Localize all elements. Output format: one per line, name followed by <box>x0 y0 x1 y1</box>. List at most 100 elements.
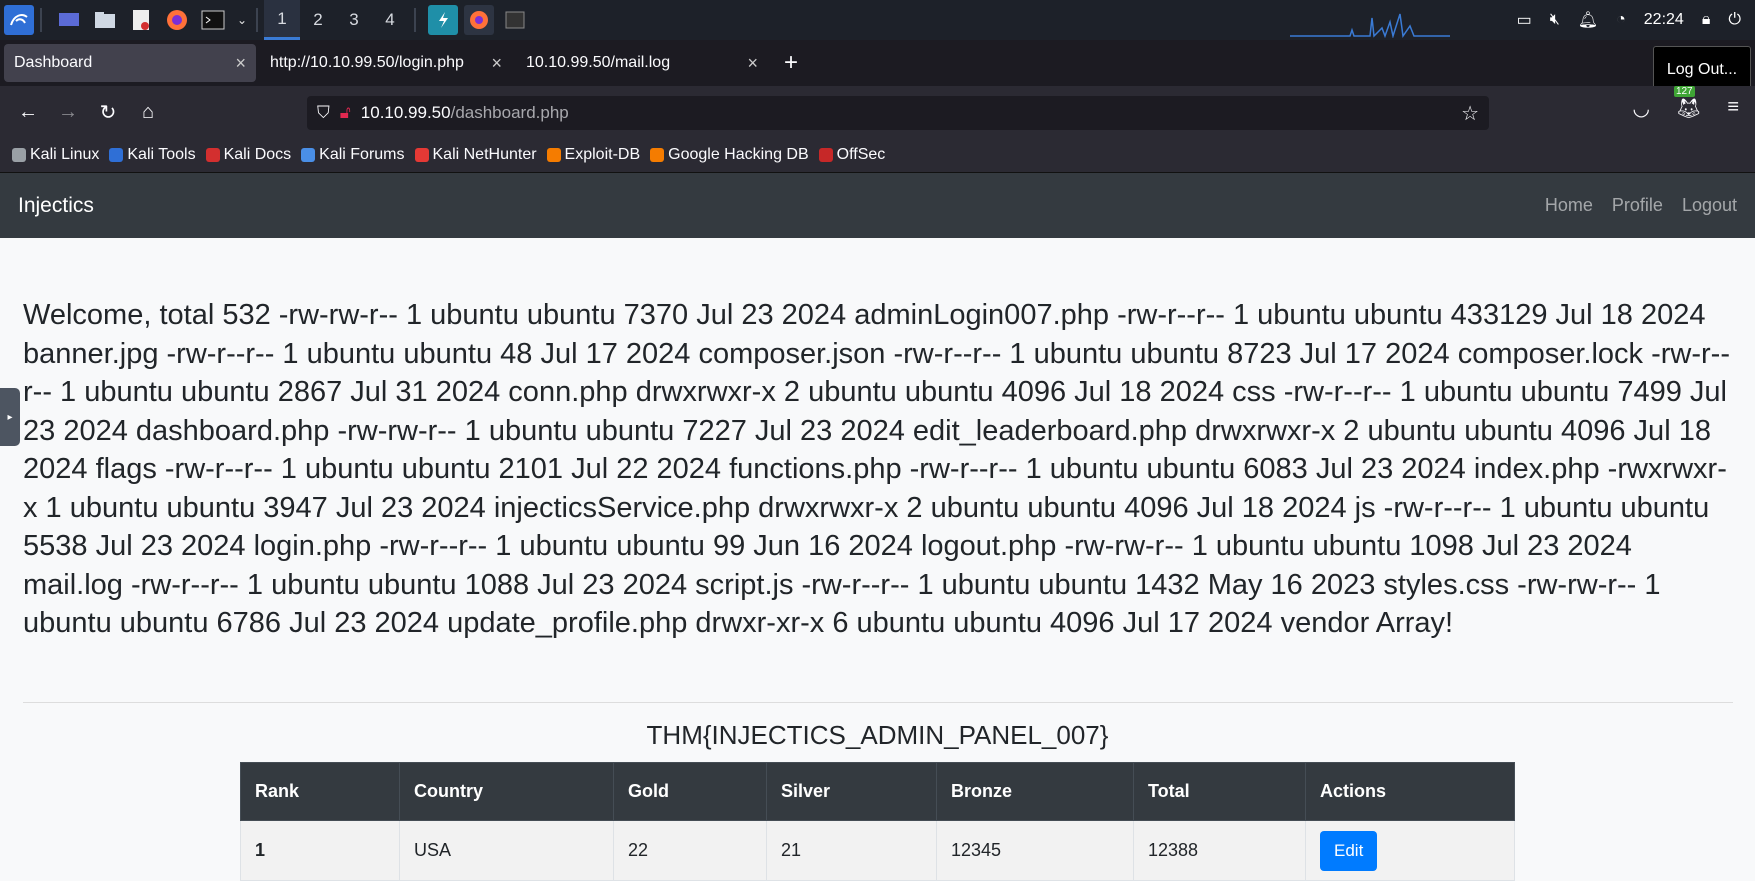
divider <box>23 702 1733 703</box>
url-bar[interactable]: ⛉ 🔓︎ 10.10.99.50/dashboard.php ☆ <box>307 96 1489 130</box>
pocket-icon[interactable]: ◡ <box>1632 96 1649 121</box>
home-button[interactable]: ⌂ <box>130 101 166 124</box>
cell-gold: 22 <box>613 820 767 881</box>
panel-separator <box>414 8 416 32</box>
bookmark-kali-docs[interactable]: Kali Docs <box>205 146 292 164</box>
table-row: 1 USA 22 21 12345 12388 Edit <box>240 820 1515 881</box>
logout-icon[interactable]: ⏻ <box>1728 11 1741 29</box>
insecure-lock-icon[interactable]: 🔓︎ <box>340 103 351 123</box>
reload-button[interactable]: ↻ <box>90 100 126 125</box>
taskbar-firefox-icon[interactable] <box>464 5 494 35</box>
bookmark-label: Google Hacking DB <box>668 146 809 163</box>
clock-icon: ◔ <box>1616 11 1626 28</box>
nav-profile-link[interactable]: Profile <box>1612 195 1663 216</box>
panel-separator <box>256 8 258 32</box>
nav-logout-link[interactable]: Logout <box>1682 195 1737 216</box>
offsec-icon <box>818 148 833 162</box>
site-header: Injectics Home Profile Logout <box>0 173 1755 238</box>
forward-button[interactable]: → <box>50 101 86 124</box>
cell-rank: 1 <box>240 820 400 881</box>
site-nav: Home Profile Logout <box>1545 195 1737 216</box>
close-tab-icon[interactable]: × <box>491 53 502 74</box>
google-hacking-db-icon <box>650 148 665 162</box>
menu-icon[interactable]: ≡ <box>1727 96 1739 121</box>
nav-home-link[interactable]: Home <box>1545 195 1593 216</box>
extension-badge: 127 <box>1673 86 1695 97</box>
network-graph-icon <box>1290 13 1450 38</box>
bookmark-label: Kali Tools <box>127 146 196 163</box>
side-panel-handle[interactable]: ▸ <box>0 388 20 446</box>
tab-login[interactable]: http://10.10.99.50/login.php × <box>260 44 512 82</box>
close-tab-icon[interactable]: × <box>235 53 246 74</box>
header-total: Total <box>1133 762 1306 821</box>
workspace-3[interactable]: 3 <box>336 0 372 40</box>
cell-silver: 21 <box>766 820 937 881</box>
text-editor-icon[interactable] <box>126 5 156 35</box>
kali-nethunter-icon <box>414 148 429 162</box>
cell-country: USA <box>399 820 614 881</box>
workspace-4[interactable]: 4 <box>372 0 408 40</box>
bookmarks-toolbar: Kali Linux Kali Tools Kali Docs Kali For… <box>0 138 1755 173</box>
kali-menu-icon[interactable] <box>4 5 34 35</box>
bookmark-label: Kali NetHunter <box>432 146 537 163</box>
cell-actions: Edit <box>1305 820 1515 881</box>
system-tray: ▭ 🔇︎ 🔔︎ ◔ 22:24 🔒︎ ⏻ <box>1517 0 1755 40</box>
site-brand[interactable]: Injectics <box>18 194 94 218</box>
bookmark-google-hacking-db[interactable]: Google Hacking DB <box>650 146 809 164</box>
bookmark-label: Kali Linux <box>30 146 100 163</box>
kali-linux-icon <box>12 148 26 162</box>
firefox-icon[interactable] <box>162 5 192 35</box>
desktop-icon[interactable] <box>54 5 84 35</box>
browser-tab-bar: Dashboard × http://10.10.99.50/login.php… <box>0 40 1755 86</box>
header-actions: Actions <box>1305 762 1515 821</box>
shield-icon[interactable]: ⛉ <box>317 103 330 123</box>
close-tab-icon[interactable]: × <box>747 53 758 74</box>
tab-dashboard[interactable]: Dashboard × <box>4 44 256 82</box>
bookmark-offsec[interactable]: OffSec <box>818 146 886 164</box>
file-manager-icon[interactable] <box>90 5 120 35</box>
bookmark-label: Kali Docs <box>223 146 292 163</box>
tab-label: 10.10.99.50/mail.log <box>526 54 671 71</box>
header-bronze: Bronze <box>936 762 1134 821</box>
bookmark-kali-linux[interactable]: Kali Linux <box>12 146 99 164</box>
os-top-panel: ⌄ 1 2 3 4 ▭ 🔇︎ 🔔︎ ◔ 22:24 🔒︎ ⏻ <box>0 0 1755 40</box>
header-country: Country <box>399 762 614 821</box>
url-path: /dashboard.php <box>450 103 569 122</box>
terminal-icon[interactable] <box>198 5 228 35</box>
workspace-2[interactable]: 2 <box>300 0 336 40</box>
url-host: 10.10.99.50 <box>360 103 451 122</box>
bookmark-kali-tools[interactable]: Kali Tools <box>109 146 196 164</box>
workspace-1[interactable]: 1 <box>264 0 300 40</box>
new-tab-button[interactable]: + <box>784 49 798 77</box>
kali-docs-icon <box>205 148 220 162</box>
taskbar-terminal-icon[interactable] <box>500 5 530 35</box>
mute-icon[interactable]: 🔇︎ <box>1550 11 1560 29</box>
bookmark-kali-nethunter[interactable]: Kali NetHunter <box>414 146 537 164</box>
bookmark-label: Kali Forums <box>319 146 405 163</box>
bookmark-star-icon[interactable]: ☆ <box>1461 101 1479 126</box>
cell-bronze: 12345 <box>936 820 1134 881</box>
panel-separator <box>40 8 42 32</box>
browser-navbar: ← → ↻ ⌂ ⛉ 🔓︎ 10.10.99.50/dashboard.php ☆… <box>0 86 1755 138</box>
clock[interactable]: 22:24 <box>1644 11 1684 29</box>
notification-bell-icon[interactable]: 🔔︎ <box>1578 10 1598 30</box>
bookmark-kali-forums[interactable]: Kali Forums <box>301 146 405 164</box>
back-button[interactable]: ← <box>10 101 46 124</box>
tab-mail-log[interactable]: 10.10.99.50/mail.log × <box>516 44 768 82</box>
header-gold: Gold <box>613 762 767 821</box>
bookmark-exploit-db[interactable]: Exploit-DB <box>546 146 641 164</box>
chevron-down-icon[interactable]: ⌄ <box>234 5 250 35</box>
lock-icon[interactable]: 🔒︎ <box>1702 11 1711 29</box>
flag-text: THM{INJECTICS_ADMIN_PANEL_007} <box>646 720 1109 750</box>
tab-label: http://10.10.99.50/login.php <box>270 54 464 71</box>
extension-icon[interactable]: 🦊︎ 127 <box>1673 86 1701 121</box>
kali-tools-icon <box>109 148 124 162</box>
bookmark-label: OffSec <box>836 146 886 163</box>
bookmark-label: Exploit-DB <box>564 146 641 163</box>
welcome-message: Welcome, total 532 -rw-rw-r-- 1 ubuntu u… <box>23 299 1730 639</box>
edit-button[interactable]: Edit <box>1320 830 1378 871</box>
display-icon[interactable]: ▭ <box>1517 10 1532 30</box>
kali-forums-icon <box>301 148 316 162</box>
header-silver: Silver <box>766 762 937 821</box>
taskbar-app-1-icon[interactable] <box>428 5 458 35</box>
